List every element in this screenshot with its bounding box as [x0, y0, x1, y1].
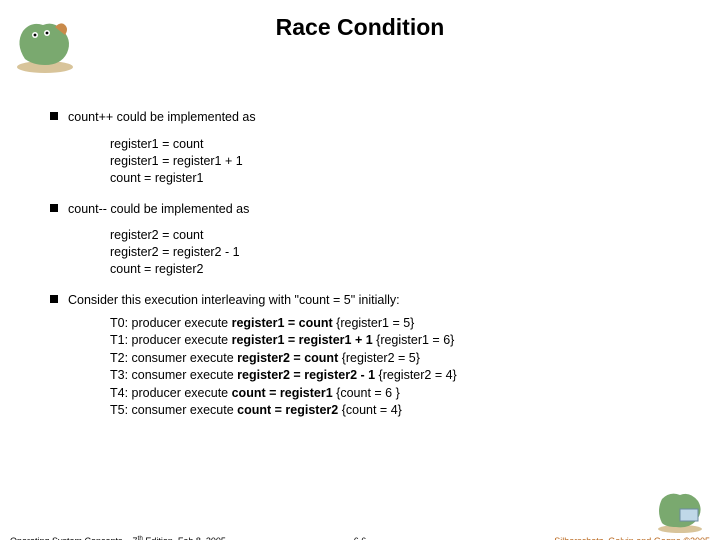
interleaving-block: T0: producer execute register1 = count {… — [110, 315, 680, 420]
slide-content: count++ could be implemented as register… — [50, 109, 680, 420]
code-line: count = register1 — [110, 170, 680, 187]
trace-line: T5: consumer execute count = register2 {… — [110, 402, 680, 420]
trace-line: T3: consumer execute register2 = registe… — [110, 367, 680, 385]
bullet-3-text: Consider this execution interleaving wit… — [68, 293, 400, 307]
bullet-2-text: count-- could be implemented as — [68, 202, 249, 216]
code-line: register2 = register2 - 1 — [110, 244, 680, 261]
slide-title: Race Condition — [0, 14, 720, 41]
trace-line: T1: producer execute register1 = registe… — [110, 332, 680, 350]
code-block-2: register2 = count register2 = register2 … — [110, 227, 680, 278]
bullet-1: count++ could be implemented as — [50, 109, 680, 126]
code-line: register1 = count — [110, 136, 680, 153]
bullet-square-icon — [50, 112, 58, 120]
bullet-1-text: count++ could be implemented as — [68, 110, 256, 124]
footer-right: Silberschatz, Galvin and Gagne ©2005 — [554, 536, 710, 540]
dinosaur-icon-bottom — [650, 489, 710, 534]
trace-line: T0: producer execute register1 = count {… — [110, 315, 680, 333]
code-line: count = register2 — [110, 261, 680, 278]
code-line: register2 = count — [110, 227, 680, 244]
trace-line: T2: consumer execute register2 = count {… — [110, 350, 680, 368]
code-line: register1 = register1 + 1 — [110, 153, 680, 170]
footer-page-number: 6.6 — [354, 536, 367, 540]
trace-line: T4: producer execute count = register1 {… — [110, 385, 680, 403]
code-block-1: register1 = count register1 = register1 … — [110, 136, 680, 187]
bullet-square-icon — [50, 204, 58, 212]
bullet-square-icon — [50, 295, 58, 303]
dinosaur-icon-top — [5, 19, 85, 74]
bullet-2: count-- could be implemented as — [50, 201, 680, 218]
slide-footer: Operating System Concepts – 7th Edition,… — [0, 534, 720, 540]
bullet-3: Consider this execution interleaving wit… — [50, 292, 680, 309]
footer-left: Operating System Concepts – 7th Edition,… — [10, 535, 226, 540]
